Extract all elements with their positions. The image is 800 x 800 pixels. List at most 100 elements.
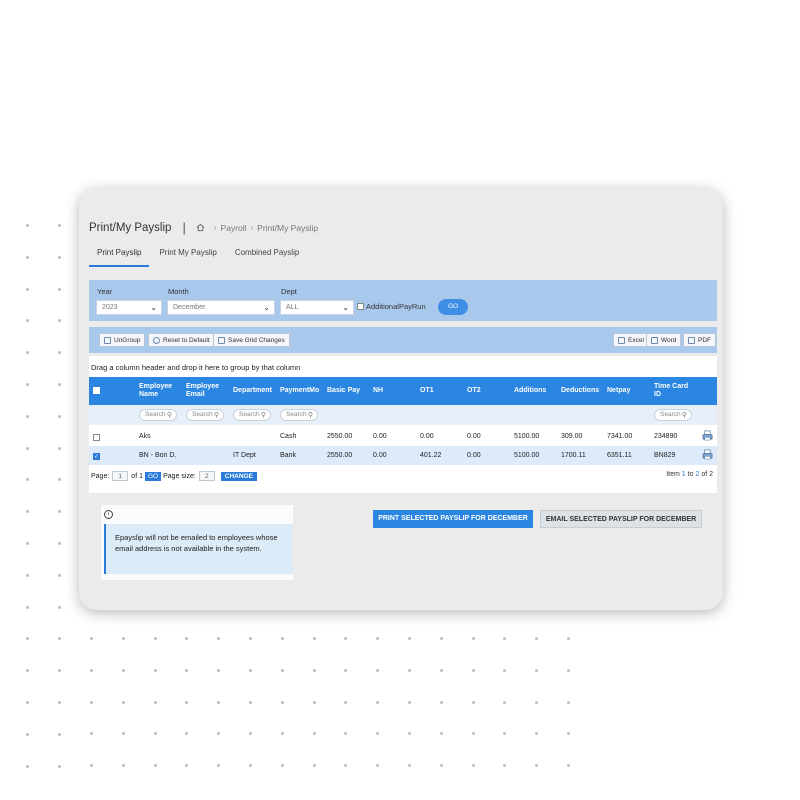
background-dot bbox=[185, 637, 188, 640]
background-dot bbox=[26, 733, 29, 736]
select-all-checkbox[interactable] bbox=[93, 387, 100, 394]
background-dot bbox=[26, 319, 29, 322]
ungroup-button[interactable]: UnGroup bbox=[99, 333, 146, 347]
background-dot bbox=[376, 637, 379, 640]
background-dot bbox=[58, 637, 61, 640]
col-department[interactable]: Department bbox=[233, 387, 272, 395]
page-of-label: of 1 bbox=[131, 472, 143, 480]
breadcrumb-payroll[interactable]: Payroll bbox=[221, 223, 247, 233]
background-dot bbox=[58, 415, 61, 418]
search-placeholder: Search bbox=[145, 411, 166, 418]
page-size-input[interactable]: 2 bbox=[198, 471, 215, 481]
background-dot bbox=[58, 256, 61, 259]
background-dot bbox=[281, 637, 284, 640]
background-dot bbox=[154, 637, 157, 640]
background-dot bbox=[472, 669, 475, 672]
grid-filter-row: Search ⚲ Search ⚲ Search ⚲ Search ⚲ Search ⚲ bbox=[89, 405, 717, 425]
pager: Page: 1 of 1 GO Page size: 2 CHANGE bbox=[91, 471, 257, 481]
page-input[interactable]: 1 bbox=[112, 471, 129, 481]
col-payment-mode[interactable]: PaymentMo bbox=[280, 387, 323, 395]
cell-ot1: 401.22 bbox=[420, 452, 442, 459]
payslip-grid: Drag a column header and drop it here to… bbox=[89, 356, 717, 493]
background-dot bbox=[472, 701, 475, 704]
cell-nh: 0.00 bbox=[373, 433, 387, 440]
page-size-change-button[interactable]: CHANGE bbox=[220, 471, 257, 481]
background-dot bbox=[344, 732, 347, 735]
col-employee-email[interactable]: Employee Email bbox=[186, 383, 226, 399]
filter-panel: Year 2023 ⌄ Month December ⌄ Dept ALL ⌄ … bbox=[89, 280, 717, 321]
tab-print-my-payslip[interactable]: Print My Payslip bbox=[151, 244, 224, 267]
export-word-button[interactable]: Word bbox=[646, 333, 682, 347]
reset-default-button[interactable]: Reset to Default bbox=[148, 333, 215, 347]
search-placeholder: Search bbox=[286, 411, 307, 418]
background-dot bbox=[90, 732, 93, 735]
background-dot bbox=[58, 383, 61, 386]
page-go-button[interactable]: GO bbox=[144, 471, 162, 481]
cell-ot2: 0.00 bbox=[467, 452, 481, 459]
save-grid-button[interactable]: Save Grid Changes bbox=[213, 333, 290, 347]
cell-payment-mode: Cash bbox=[280, 433, 297, 440]
background-dot bbox=[154, 764, 157, 767]
col-ot1[interactable]: OT1 bbox=[420, 387, 434, 395]
cell-employee-name: BN - Bon D. bbox=[139, 452, 177, 459]
excel-label: Excel bbox=[628, 336, 644, 344]
month-select[interactable]: December ⌄ bbox=[167, 300, 275, 315]
dept-label: Dept bbox=[281, 287, 297, 296]
col-additions[interactable]: Additions bbox=[514, 387, 546, 395]
col-netpay[interactable]: Netpay bbox=[607, 387, 630, 395]
background-dot bbox=[154, 669, 157, 672]
background-dot bbox=[408, 637, 411, 640]
info-notice: i Epayslip will not be emailed to employ… bbox=[101, 505, 293, 580]
background-dot bbox=[567, 669, 570, 672]
print-selected-button[interactable]: PRINT SELECTED PAYSLIP FOR DECEMBER bbox=[373, 510, 533, 528]
background-dot bbox=[58, 319, 61, 322]
background-dot bbox=[313, 637, 316, 640]
dept-select[interactable]: ALL ⌄ bbox=[280, 300, 354, 315]
cell-employee-name: Aks bbox=[139, 433, 151, 440]
col-ot2[interactable]: OT2 bbox=[467, 387, 481, 395]
email-selected-button[interactable]: EMAIL SELECTED PAYSLIP FOR DECEMBER bbox=[540, 510, 702, 528]
cell-netpay: 7341.00 bbox=[607, 433, 633, 440]
year-select[interactable]: 2023 ⌄ bbox=[96, 300, 162, 315]
cell-payment-mode: Bank bbox=[280, 452, 296, 459]
background-dot bbox=[535, 669, 538, 672]
background-dot bbox=[26, 510, 29, 513]
search-icon: ⚲ bbox=[213, 412, 219, 419]
print-icon[interactable] bbox=[702, 430, 713, 441]
additional-payrun-checkbox[interactable] bbox=[357, 303, 364, 310]
col-nh[interactable]: NH bbox=[373, 387, 383, 395]
table-row[interactable]: Aks Cash 2550.00 0.00 0.00 0.00 5100.00 … bbox=[89, 427, 717, 446]
employee-name-search[interactable]: Search ⚲ bbox=[139, 409, 177, 421]
print-icon[interactable] bbox=[702, 449, 713, 460]
col-time-card-id[interactable]: Time Card ID bbox=[654, 383, 694, 399]
group-drop-zone[interactable]: Drag a column header and drop it here to… bbox=[91, 363, 300, 372]
col-basic-pay[interactable]: Basic Pay bbox=[327, 387, 360, 395]
ungroup-label: UnGroup bbox=[114, 336, 141, 344]
col-employee-name[interactable]: Employee Name bbox=[139, 383, 179, 399]
row-checkbox[interactable]: ✓ bbox=[93, 453, 100, 460]
col-deductions[interactable]: Deductions bbox=[561, 387, 599, 395]
background-dot bbox=[535, 701, 538, 704]
export-excel-button[interactable]: Excel bbox=[613, 333, 649, 347]
tab-print-payslip[interactable]: Print Payslip bbox=[89, 244, 150, 267]
reset-default-label: Reset to Default bbox=[163, 336, 210, 344]
background-dot bbox=[217, 669, 220, 672]
background-dot bbox=[58, 606, 61, 609]
table-row[interactable]: ✓ BN - Bon D. IT Dept Bank 2550.00 0.00 … bbox=[89, 446, 717, 465]
row-checkbox[interactable] bbox=[93, 434, 100, 441]
payment-mode-search[interactable]: Search ⚲ bbox=[280, 409, 318, 421]
department-search[interactable]: Search ⚲ bbox=[233, 409, 271, 421]
search-icon: ⚲ bbox=[307, 412, 313, 419]
background-dot bbox=[281, 669, 284, 672]
additional-payrun-toggle[interactable]: AdditionalPayRun bbox=[357, 302, 426, 311]
go-button[interactable]: GO bbox=[438, 299, 468, 315]
employee-email-search[interactable]: Search ⚲ bbox=[186, 409, 224, 421]
chevron-down-icon: ⌄ bbox=[342, 303, 349, 312]
background-dot bbox=[408, 732, 411, 735]
background-dot bbox=[58, 701, 61, 704]
time-card-search[interactable]: Search ⚲ bbox=[654, 409, 692, 421]
background-dot bbox=[217, 701, 220, 704]
tab-combined-payslip[interactable]: Combined Payslip bbox=[227, 244, 307, 267]
home-icon[interactable] bbox=[196, 223, 205, 232]
export-pdf-button[interactable]: PDF bbox=[683, 333, 716, 347]
